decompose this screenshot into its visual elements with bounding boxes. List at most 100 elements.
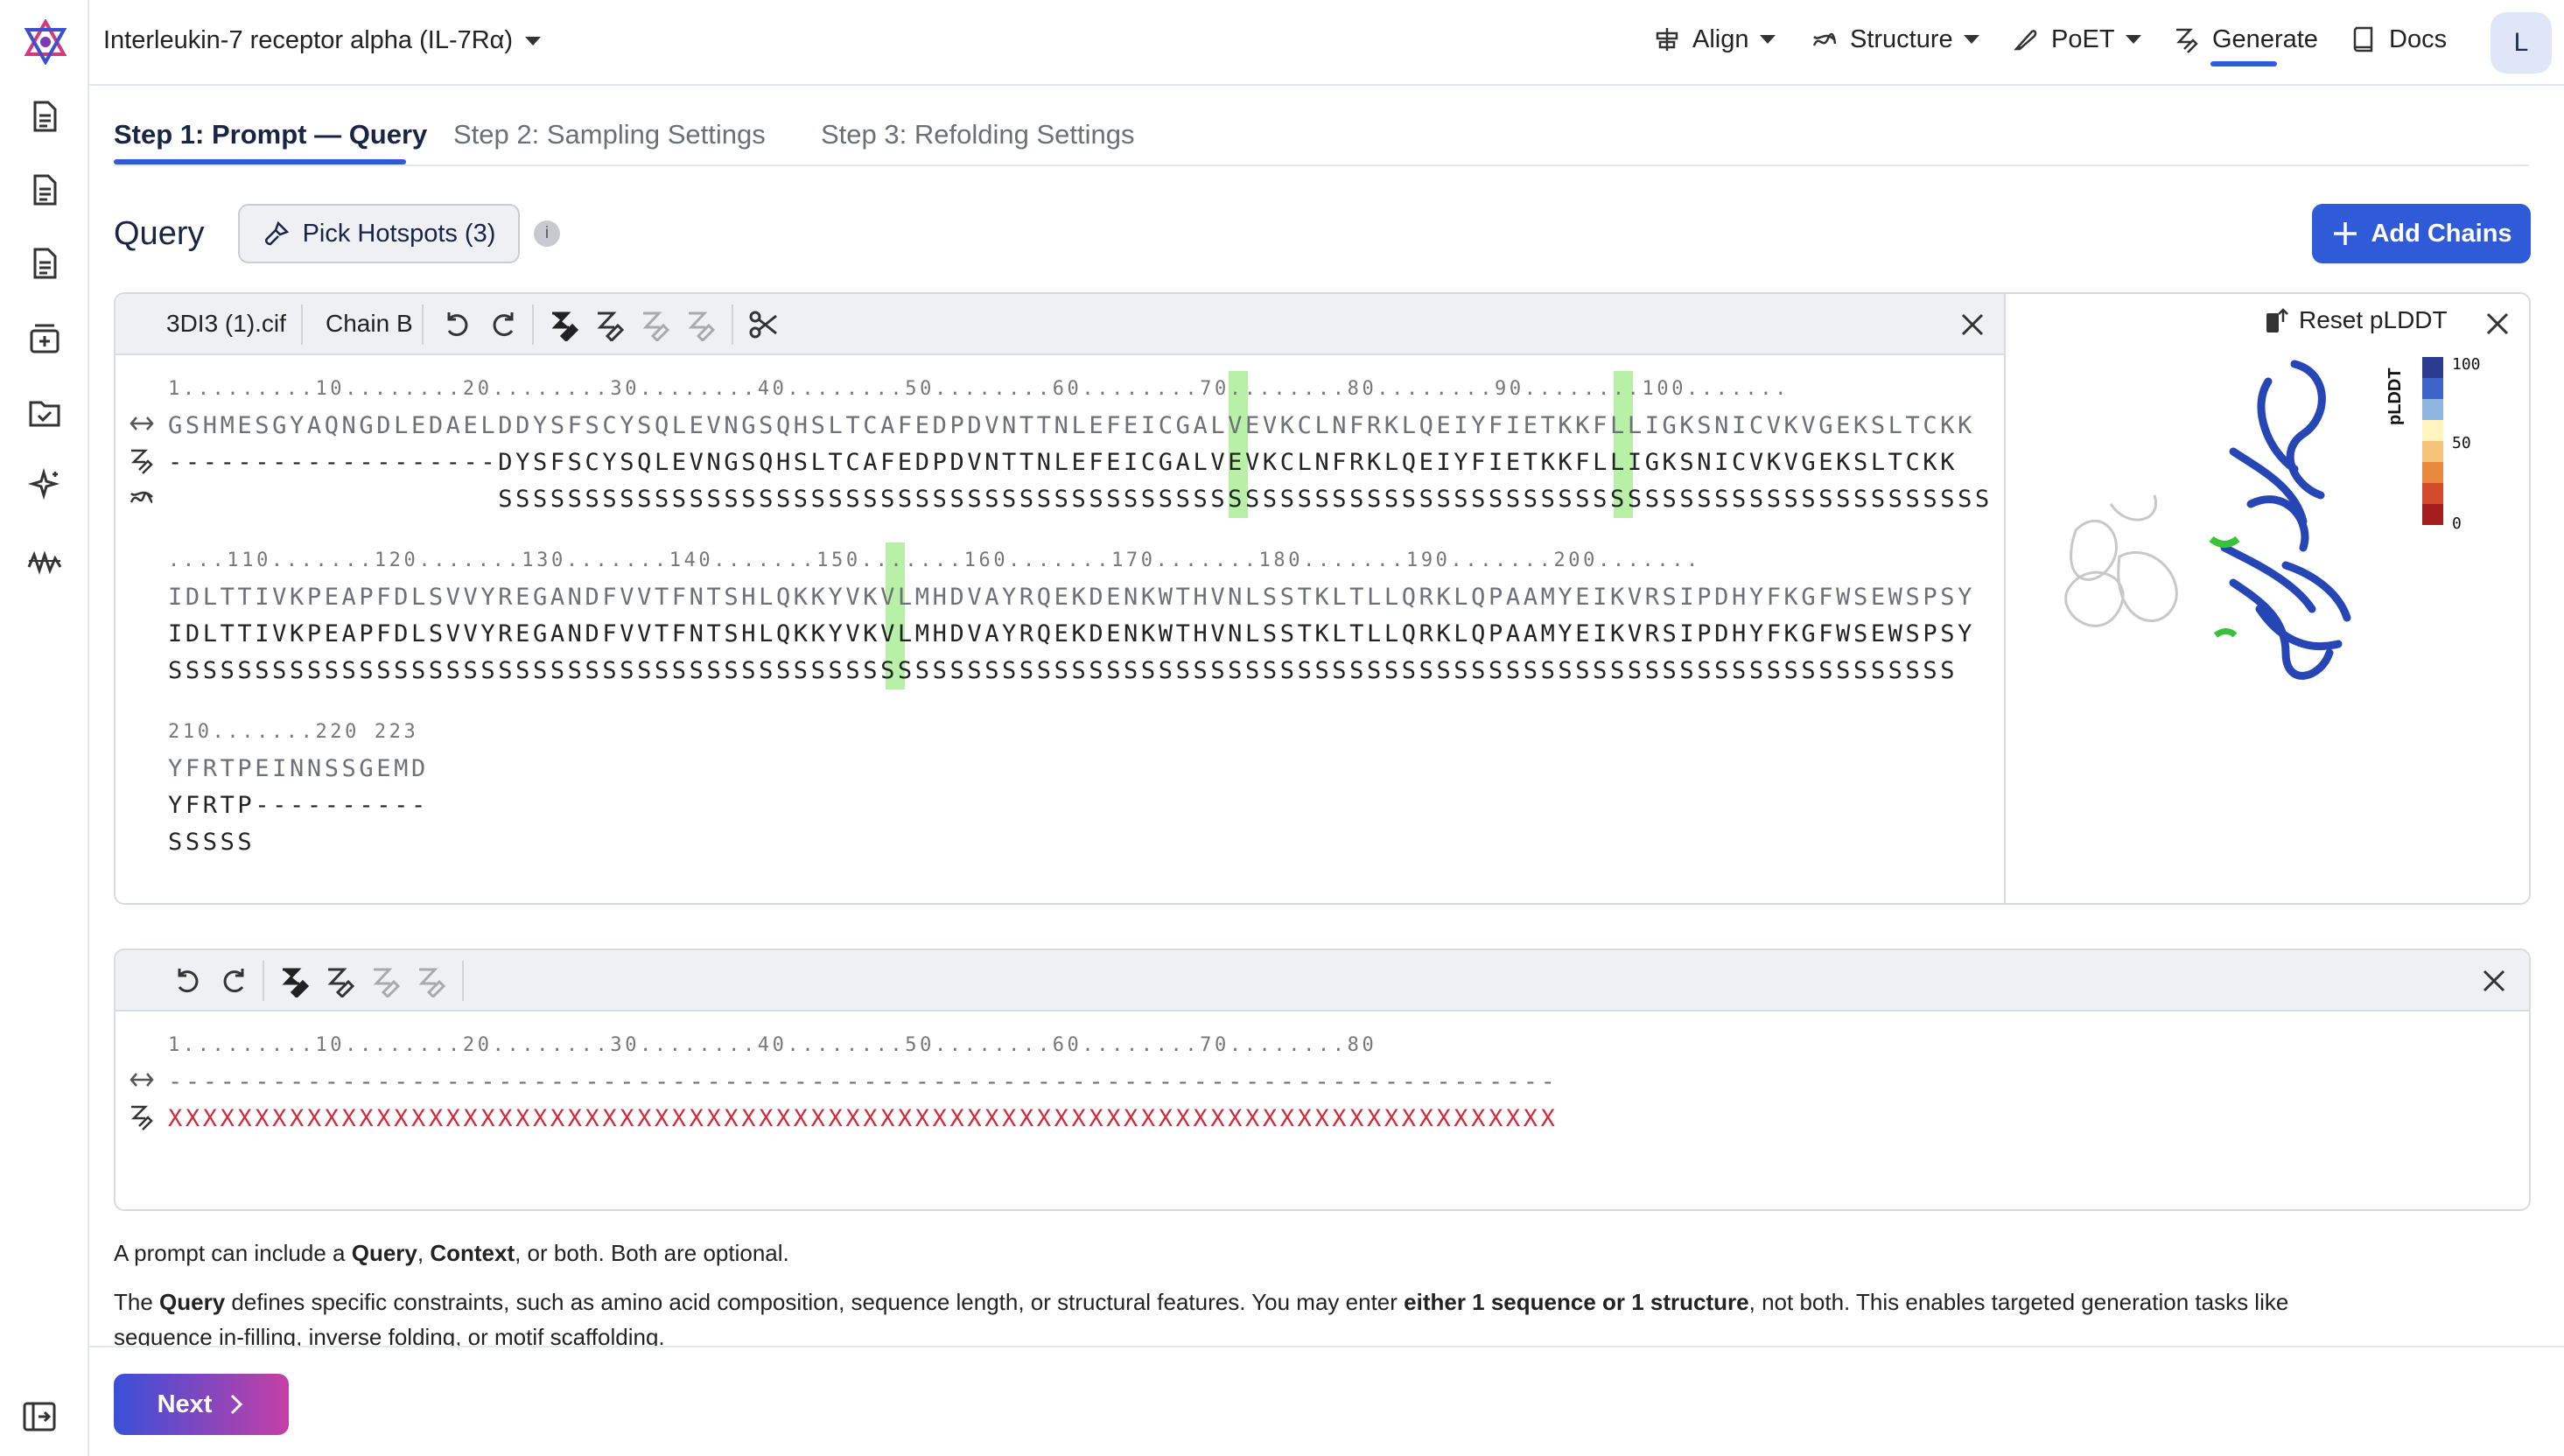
close-icon[interactable] (1958, 311, 1986, 339)
redo-icon[interactable] (217, 964, 250, 998)
design-disabled-icon (418, 968, 446, 998)
brush-icon (264, 220, 289, 246)
design-sequence[interactable]: YFRTP---------- (168, 788, 429, 824)
user-avatar[interactable]: L (2490, 12, 2552, 74)
protein-title-dropdown[interactable]: Interleukin-7 receptor alpha (IL-7Rα) (103, 26, 542, 55)
help-emphasis: Context (430, 1240, 515, 1266)
inbox-add-icon[interactable] (26, 320, 63, 357)
document-icon[interactable] (26, 98, 63, 135)
sequence-row-icon (130, 1073, 154, 1087)
help-emphasis: Query (351, 1240, 417, 1266)
active-nav-indicator (2210, 61, 2277, 66)
divider (263, 961, 264, 1001)
protein-title: Interleukin-7 receptor alpha (IL-7Rα) (103, 26, 514, 54)
chevron-down-icon (2125, 35, 2141, 44)
scissors-icon[interactable] (747, 308, 781, 341)
add-chains-button[interactable]: Add Chains (2312, 204, 2531, 263)
file-name[interactable]: 3DI3 (1).cif (166, 310, 286, 338)
legend-tick: 100 (2452, 355, 2481, 374)
sidebar (0, 0, 89, 1456)
sequence-row-icon (130, 416, 154, 430)
app-logo-icon[interactable] (23, 19, 68, 65)
waveform-icon[interactable] (26, 542, 63, 579)
undo-icon[interactable] (172, 964, 205, 998)
undo-icon[interactable] (441, 308, 474, 341)
native-sequence[interactable]: YFRTPEINNSSGEMD (168, 751, 429, 788)
nav-align-label: Align (1692, 24, 1749, 53)
divider (462, 961, 464, 1001)
nav-generate[interactable]: Generate (2172, 24, 2318, 54)
sequence-toolbar (116, 950, 2529, 1012)
structure-placeholder[interactable]: ----------------------------------------… (168, 1064, 1558, 1101)
structure-viewer[interactable]: pLDDT 100 50 0 (2004, 294, 2529, 903)
help-text: , not both. This enables targeted genera… (1748, 1289, 2289, 1315)
sequence-block-3: 210.......220 223 YFRTPEINNSSGEMD YFRTP-… (168, 714, 429, 861)
legend-swatch (2422, 504, 2443, 525)
help-emphasis: either 1 sequence or 1 structure (1404, 1289, 1749, 1315)
sequence-ruler: 210.......220 223 (168, 721, 419, 743)
secondary-structure: SSSSS (168, 829, 256, 856)
design-fill-icon[interactable] (548, 308, 581, 341)
feather-pen-icon (2014, 30, 2037, 51)
chain-toolbar: 3DI3 (1).cif Chain B (116, 294, 2004, 355)
pick-hotspots-button[interactable]: Pick Hotspots (3) (238, 204, 520, 263)
redo-icon[interactable] (487, 308, 520, 341)
design-fill-icon[interactable] (278, 964, 312, 998)
sequence-block-2: ....110.......120.......130.......140...… (168, 542, 1975, 690)
info-icon[interactable]: i (534, 220, 560, 247)
close-viewer-icon[interactable] (2483, 310, 2511, 338)
sequence-ruler: ....110.......120.......130.......140...… (168, 550, 1701, 571)
next-label: Next (157, 1390, 213, 1418)
close-icon[interactable] (2480, 967, 2508, 995)
help-text: , or both. Both are optional. (515, 1240, 789, 1266)
help-text: , (417, 1240, 431, 1266)
align-icon (1656, 28, 1678, 51)
folder-check-icon[interactable] (26, 394, 63, 430)
sequence-ruler: 1.........10........20........30........… (168, 1034, 1377, 1056)
help-text: defines specific constraints, such as am… (225, 1289, 1405, 1315)
chevron-down-icon (1963, 35, 1979, 44)
design-outline-icon[interactable] (324, 964, 357, 998)
nav-poet[interactable]: PoET (2011, 24, 2141, 54)
active-step-indicator (114, 159, 406, 164)
divider (532, 304, 534, 345)
document-icon[interactable] (26, 172, 63, 208)
tab-step-2[interactable]: Step 2: Sampling Settings (453, 119, 766, 150)
chain-selector[interactable]: Chain B (326, 310, 413, 338)
native-sequence[interactable]: IDLTTIVKPEAPFDLSVVYREGANDFVVTFNTSHLQKKYV… (168, 579, 1975, 616)
help-paragraph-1: A prompt can include a Query, Context, o… (114, 1237, 789, 1269)
native-sequence[interactable]: GSHMESGYAQNGDLEDAELDDYSFSCYSQLEVNGSQHSLT… (168, 408, 1993, 444)
next-button[interactable]: Next (114, 1374, 289, 1435)
legend-swatch (2422, 399, 2443, 420)
step-tabs: Step 1: Prompt — Query Step 2: Sampling … (114, 114, 2529, 166)
generate-icon (2176, 28, 2198, 53)
help-paragraph-2: The Query defines specific constraints, … (114, 1286, 2288, 1318)
tab-step-3[interactable]: Step 3: Refolding Settings (821, 119, 1134, 150)
legend-swatch (2422, 441, 2443, 462)
design-disabled-icon (642, 312, 670, 341)
legend-swatch (2422, 420, 2443, 441)
sparkle-icon[interactable] (26, 467, 63, 504)
legend-tick: 0 (2452, 514, 2462, 533)
plus-icon (2334, 222, 2357, 245)
document-icon[interactable] (26, 245, 63, 282)
nav-structure[interactable]: Structure (1810, 24, 1979, 54)
help-text: A prompt can include a (114, 1240, 352, 1266)
nav-docs[interactable]: Docs (2349, 24, 2447, 54)
reset-plddt-label: Reset pLDDT (2299, 306, 2448, 333)
nav-align[interactable]: Align (1652, 24, 1776, 54)
context-sequence-panel: 1.........10........20........30........… (114, 948, 2531, 1211)
design-sequence[interactable]: -------------------DYSFSCYSQLEVNGSQHSLTC… (168, 444, 1993, 481)
nav-poet-label: PoET (2051, 24, 2115, 53)
masked-sequence[interactable]: XXXXXXXXXXXXXXXXXXXXXXXXXXXXXXXXXXXXXXXX… (168, 1101, 1558, 1138)
top-bar: Interleukin-7 receptor alpha (IL-7Rα) Al… (89, 0, 2564, 86)
collapse-sidebar-icon[interactable] (21, 1398, 58, 1435)
legend-swatch (2422, 378, 2443, 399)
design-outline-icon[interactable] (593, 308, 627, 341)
reset-plddt-button[interactable]: Reset pLDDT (2264, 306, 2448, 334)
divider (301, 304, 303, 345)
protein-structure-render[interactable] (2006, 346, 2391, 714)
add-chains-label: Add Chains (2371, 219, 2512, 248)
tab-step-1[interactable]: Step 1: Prompt — Query (114, 119, 427, 150)
design-sequence[interactable]: IDLTTIVKPEAPFDLSVVYREGANDFVVTFNTSHLQKKYV… (168, 616, 1975, 653)
